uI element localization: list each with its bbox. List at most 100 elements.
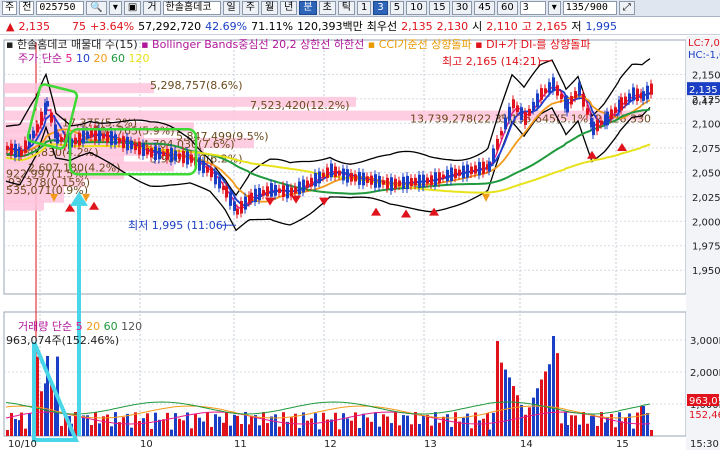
candle-body xyxy=(258,187,261,201)
chevron-down-icon[interactable]: ▾ xyxy=(547,1,561,15)
volume-bar xyxy=(240,424,243,436)
up-arrow-icon: ▲ xyxy=(6,19,15,33)
volume-bar xyxy=(646,412,649,436)
price-chart[interactable]: 5,298,757(8.6%)7,523,420(12.2%)13,739,27… xyxy=(0,36,720,450)
ma-legend-label: 주가 단순 xyxy=(18,52,65,65)
volume-bar xyxy=(560,423,563,436)
price-tick-label: 2,150 xyxy=(692,70,720,81)
candle-body xyxy=(540,88,543,100)
lock-icon[interactable]: ▣ xyxy=(123,1,142,15)
volume-bar xyxy=(524,414,527,436)
market-select[interactable]: 주 xyxy=(2,1,18,15)
period-month[interactable]: 월 xyxy=(260,1,279,15)
candle-body xyxy=(512,99,515,109)
volume-bar xyxy=(60,425,63,436)
volume-bar xyxy=(552,336,555,436)
candle-body xyxy=(134,142,137,151)
time-tick-label: 12 xyxy=(324,439,337,450)
volume-bar xyxy=(310,418,313,436)
volume-bar xyxy=(114,412,117,436)
volume-bar xyxy=(430,425,433,436)
legend-bollinger: ▪ Bollinger Bands중심선 20,2 상한선 하한선 xyxy=(141,37,368,51)
interval-10[interactable]: 10 xyxy=(406,1,427,15)
price-tick-label: 2,075 xyxy=(692,144,720,155)
candle-body xyxy=(628,93,631,102)
candle-body xyxy=(56,132,59,144)
volume-bar xyxy=(482,418,485,436)
candle-body xyxy=(350,172,353,182)
ma-legend-period: 20 xyxy=(93,52,111,65)
period-tick[interactable]: 틱 xyxy=(337,1,355,15)
volume-bar xyxy=(346,418,349,436)
volume-legend: 거래량 단순 5 20 60 120 xyxy=(18,320,142,333)
volume-bar xyxy=(488,429,491,436)
candle-body xyxy=(610,109,613,120)
period-week[interactable]: 주 xyxy=(241,1,259,15)
interval-1[interactable]: 1 xyxy=(356,1,372,15)
candle-body xyxy=(174,150,177,161)
candle-body xyxy=(508,106,511,121)
interval-15[interactable]: 15 xyxy=(428,1,450,15)
price-change-pct: +3.64% xyxy=(89,19,135,33)
candle-body xyxy=(418,174,421,188)
candle-body xyxy=(158,147,161,160)
interval-5[interactable]: 5 xyxy=(389,1,405,15)
time-tick-label: 10 xyxy=(140,439,153,450)
volume-bar xyxy=(532,397,535,436)
volume-bar xyxy=(462,417,465,436)
candle-body xyxy=(574,91,577,99)
period-year[interactable]: 년 xyxy=(280,1,298,15)
interval-3[interactable]: 3 xyxy=(373,1,388,15)
toolbar-top: 주 전 025750 🔍 ▾ ▣ 거 한솔홈데코 일 주 월 년 분 초 틱 1… xyxy=(0,0,720,17)
quote-bar: ▲ 2,135 75 +3.64% 57,292,720 42.69% 71.1… xyxy=(0,18,720,35)
volume-bar xyxy=(225,412,228,436)
volume-bar xyxy=(314,413,317,436)
period-minute[interactable]: 분 xyxy=(299,1,317,15)
stock-code-input[interactable]: 025750 xyxy=(36,1,85,15)
volume-bar xyxy=(382,414,385,436)
volume-bar xyxy=(174,413,177,436)
ratio-2: 71.11% xyxy=(251,19,294,33)
stock-name-field[interactable]: 한솔홈데코 xyxy=(162,1,221,15)
zoom-icon[interactable]: ⤢ xyxy=(618,1,635,15)
volume-bar xyxy=(374,412,377,436)
candle-body xyxy=(338,170,341,176)
candle-body xyxy=(262,189,265,196)
candle-body xyxy=(620,97,623,111)
volume-bar xyxy=(632,428,635,436)
candle-body xyxy=(500,130,503,136)
group-icon[interactable]: 거 xyxy=(143,1,161,15)
interval-custom-input[interactable]: 3 xyxy=(519,1,546,15)
period-second[interactable]: 초 xyxy=(318,1,336,15)
volume-bar xyxy=(426,414,429,436)
candle-body xyxy=(225,186,228,198)
dropdown-icon[interactable]: ▾ xyxy=(108,1,122,15)
candle-body xyxy=(330,163,333,178)
candle-body xyxy=(122,136,125,149)
candle-body xyxy=(86,131,89,139)
volume-bar xyxy=(642,406,645,436)
candle-body xyxy=(520,107,523,121)
volume-bar xyxy=(504,369,507,436)
volume-bar xyxy=(126,413,129,436)
volume-legend-period: 120 xyxy=(121,320,142,333)
high-label: 고 xyxy=(521,20,532,33)
candle-body xyxy=(354,174,357,182)
volume-legend-value: 963,074주(152.46%) xyxy=(6,334,119,347)
count-input[interactable]: 135/900 xyxy=(562,1,617,15)
candle-body xyxy=(82,130,85,144)
open-price: 2,110 xyxy=(486,19,518,33)
candle-body xyxy=(290,187,293,197)
period-day[interactable]: 일 xyxy=(222,1,240,15)
time-tick-label: 15:30 xyxy=(690,439,719,450)
search-icon[interactable]: 🔍 xyxy=(86,1,107,15)
interval-30[interactable]: 30 xyxy=(451,1,473,15)
prev-select[interactable]: 전 xyxy=(19,1,35,15)
interval-45[interactable]: 45 xyxy=(474,1,496,15)
volume-bar xyxy=(270,416,273,436)
candle-body xyxy=(474,165,477,174)
low-annotation: 최저 1,995 (11:06) xyxy=(128,219,227,232)
interval-60[interactable]: 60 xyxy=(497,1,518,15)
bid-price: 2,130 xyxy=(436,19,469,33)
ratio-1: 42.69% xyxy=(205,19,248,33)
